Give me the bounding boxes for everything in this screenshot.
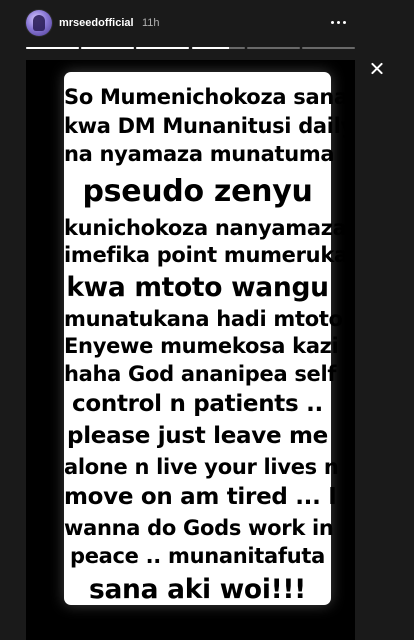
- story-line: kunichokoza nanyamaza: [64, 216, 347, 240]
- story-line: pseudo zenyu: [82, 174, 313, 209]
- progress-segment-fill: [191, 47, 229, 49]
- story-line: kwa DM Munanitusi daily: [64, 114, 354, 138]
- timestamp: 11h: [142, 17, 160, 29]
- story-line: sana aki woi!!!: [89, 574, 306, 605]
- close-icon[interactable]: [366, 58, 388, 80]
- story-line: So Mumenichokoza sana: [64, 85, 348, 109]
- story-line: wanna do Gods work in: [64, 516, 334, 540]
- story-line: haha God ananipea self: [64, 362, 337, 386]
- progress-segment: [81, 47, 135, 49]
- progress-segment: [246, 47, 300, 49]
- story-line: alone n live your lives n: [64, 455, 339, 479]
- username[interactable]: mrseedofficial: [59, 16, 134, 30]
- text-card: So Mumenichokoza sana kwa DM Munanitusi …: [64, 72, 355, 605]
- story-line: munatukana hadi mtoto ?: [64, 307, 355, 331]
- story-line: please just leave me: [67, 423, 328, 449]
- story-line: Enyewe mumekosa kazi: [64, 334, 339, 358]
- progress-segment: [191, 47, 245, 49]
- story-line: imefika point mumeruka: [64, 243, 348, 267]
- progress-segment-fill: [26, 47, 80, 49]
- more-options-icon[interactable]: [326, 12, 352, 32]
- story-line: na nyamaza munatuma: [64, 142, 335, 166]
- progress-segment: [26, 47, 80, 49]
- avatar[interactable]: [26, 10, 52, 36]
- story-line: control n patients ..: [72, 391, 323, 417]
- story-line: kwa mtoto wangu: [66, 272, 329, 303]
- story-media[interactable]: So Mumenichokoza sana kwa DM Munanitusi …: [26, 60, 355, 640]
- story-line: peace .. munanitafuta: [69, 544, 326, 568]
- progress-segment-fill: [81, 47, 135, 49]
- progress-segment: [136, 47, 190, 49]
- progress-segment: [301, 47, 355, 49]
- story-viewer: mrseedofficial 11h So Mumenichokoza sana…: [0, 0, 414, 640]
- avatar-silhouette: [33, 15, 45, 31]
- story-header: mrseedofficial 11h: [0, 0, 414, 48]
- progress-segment-fill: [136, 47, 190, 49]
- story-line: move on am tired ... I: [64, 484, 337, 510]
